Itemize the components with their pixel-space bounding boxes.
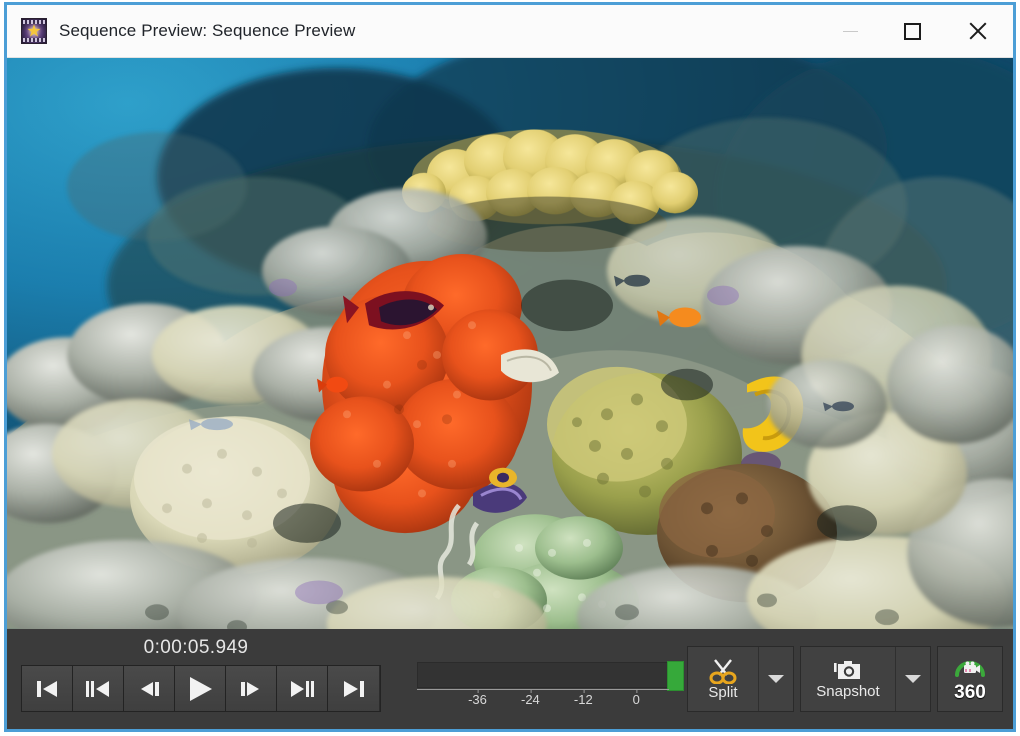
go-to-end-button[interactable] — [328, 666, 379, 711]
audio-meter-level — [667, 661, 684, 691]
step-forward-icon — [238, 679, 264, 699]
sequence-preview-window: ★ Sequence Preview: Sequence Preview — [4, 2, 1016, 732]
play-icon — [185, 675, 215, 703]
play-pause-button[interactable] — [277, 666, 328, 711]
maximize-icon — [904, 23, 921, 40]
coral-reef-preview-frame — [7, 58, 1013, 629]
snapshot-label: Snapshot — [816, 684, 879, 700]
split-tool-group: Split — [687, 646, 794, 712]
maximize-button[interactable] — [881, 5, 943, 57]
snapshot-tool-group: Snapshot — [800, 646, 931, 712]
film-star-icon: ★ — [21, 18, 47, 44]
player-control-bar: 0:00:05.949 — [7, 629, 1013, 729]
tool-buttons-section: Split — [681, 629, 1013, 729]
timecode-display: 0:00:05.949 — [21, 629, 371, 659]
split-button[interactable]: Split — [688, 647, 758, 711]
close-icon — [967, 20, 989, 42]
app-root: ★ Sequence Preview: Sequence Preview — [0, 0, 1020, 736]
video-360-icon — [953, 657, 987, 683]
transport-controls — [21, 665, 381, 712]
camera-icon — [831, 659, 865, 683]
transport-section: 0:00:05.949 — [7, 629, 395, 729]
skip-to-end-icon — [341, 679, 367, 699]
snapshot-options-dropdown[interactable] — [895, 647, 930, 711]
meter-tick: -36 — [468, 690, 487, 707]
minimize-icon — [843, 31, 858, 32]
window-controls — [819, 5, 1013, 57]
window-title: Sequence Preview: Sequence Preview — [59, 21, 355, 41]
chevron-down-icon — [768, 675, 784, 683]
audio-meter-track — [417, 662, 669, 688]
meter-tick: -12 — [574, 690, 593, 707]
view-360-button[interactable]: 360 — [938, 647, 1002, 711]
meter-tick: 0 — [633, 690, 640, 707]
previous-marker-button[interactable] — [73, 666, 124, 711]
view-360-tool-group: 360 — [937, 646, 1003, 712]
step-backward-icon — [136, 679, 162, 699]
audio-meter-section: -36 -24 -12 0 — [395, 629, 681, 729]
close-button[interactable] — [943, 5, 1013, 57]
previous-frame-icon — [84, 679, 112, 699]
view-360-label: 360 — [954, 683, 986, 702]
play-button[interactable] — [175, 666, 226, 711]
play-pause-icon — [288, 679, 316, 699]
meter-tick: -24 — [521, 690, 540, 707]
audio-meter-scale: -36 -24 -12 0 — [417, 689, 669, 710]
split-options-dropdown[interactable] — [758, 647, 793, 711]
video-preview-area[interactable] — [7, 58, 1013, 629]
go-to-start-button[interactable] — [22, 666, 73, 711]
audio-level-meter[interactable]: -36 -24 -12 0 — [417, 662, 669, 710]
split-label: Split — [708, 685, 737, 701]
minimize-button[interactable] — [819, 5, 881, 57]
step-forward-button[interactable] — [226, 666, 277, 711]
scissors-icon — [708, 658, 738, 684]
step-back-button[interactable] — [124, 666, 175, 711]
snapshot-button[interactable]: Snapshot — [801, 647, 895, 711]
skip-to-start-icon — [34, 679, 60, 699]
title-bar[interactable]: ★ Sequence Preview: Sequence Preview — [7, 5, 1013, 58]
chevron-down-icon — [905, 675, 921, 683]
